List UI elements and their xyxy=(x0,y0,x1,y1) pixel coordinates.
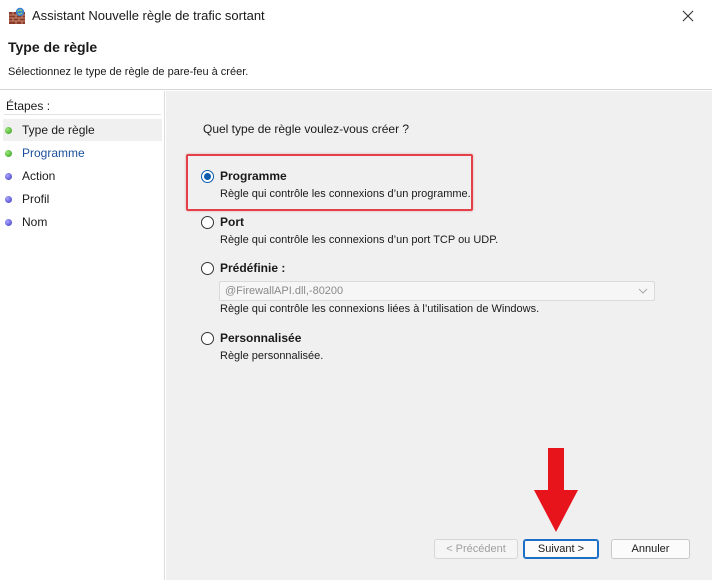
close-icon xyxy=(682,10,694,22)
step-done-dot-icon xyxy=(5,149,12,157)
question-text: Quel type de règle voulez-vous créer ? xyxy=(203,122,410,136)
step-label: Type de règle xyxy=(22,123,95,137)
step-label: Programme xyxy=(22,146,85,160)
steps-sidebar: Étapes : Type de règle Programme Action … xyxy=(0,91,165,580)
page-subtitle: Sélectionnez le type de règle de pare-fe… xyxy=(8,66,249,78)
step-programme[interactable]: Programme xyxy=(3,142,162,164)
step-label: Nom xyxy=(22,215,48,229)
step-label: Action xyxy=(22,169,56,183)
divider xyxy=(4,114,161,115)
wizard-header: Type de règle Sélectionnez le type de rè… xyxy=(0,32,712,90)
option-description: Règle personnalisée. xyxy=(220,350,324,362)
step-type-de-regle[interactable]: Type de règle xyxy=(3,119,162,141)
option-personnalisee[interactable]: Personnalisée Règle personnalisée. xyxy=(201,330,681,370)
radio-port[interactable] xyxy=(201,216,214,229)
window-title: Assistant Nouvelle règle de trafic sorta… xyxy=(32,8,265,23)
step-pending-dot-icon xyxy=(5,172,12,180)
firewall-wall-icon xyxy=(9,7,25,24)
option-predefinie-description-row: Règle qui contrôle les connexions liées … xyxy=(201,301,681,321)
step-label: Profil xyxy=(22,192,50,206)
step-nom[interactable]: Nom xyxy=(3,211,162,233)
title-bar: Assistant Nouvelle règle de trafic sorta… xyxy=(0,0,712,32)
step-pending-dot-icon xyxy=(5,195,12,203)
option-predefinie[interactable]: Prédéfinie : xyxy=(201,260,681,280)
chevron-down-icon xyxy=(638,288,648,294)
cancel-button[interactable]: Annuler xyxy=(611,539,690,559)
step-profil[interactable]: Profil xyxy=(3,188,162,210)
option-title: Prédéfinie : xyxy=(220,261,286,275)
arrow-down-icon xyxy=(534,448,578,532)
option-description: Règle qui contrôle les connexions d’un p… xyxy=(220,234,499,246)
option-port[interactable]: Port Règle qui contrôle les connexions d… xyxy=(201,214,681,254)
radio-predefinie[interactable] xyxy=(201,262,214,275)
step-done-dot-icon xyxy=(5,126,12,134)
step-pending-dot-icon xyxy=(5,218,12,226)
predefined-rule-select[interactable]: @FirewallAPI.dll,-80200 xyxy=(219,281,655,301)
option-description: Règle qui contrôle les connexions liées … xyxy=(220,303,540,315)
highlight-box xyxy=(186,154,473,211)
radio-personnalisee[interactable] xyxy=(201,332,214,345)
steps-heading: Étapes : xyxy=(6,99,51,113)
option-title: Personnalisée xyxy=(220,331,302,345)
previous-button[interactable]: < Précédent xyxy=(434,539,518,559)
step-action[interactable]: Action xyxy=(3,165,162,187)
page-title: Type de règle xyxy=(8,39,98,55)
select-value: @FirewallAPI.dll,-80200 xyxy=(225,285,344,297)
close-button[interactable] xyxy=(670,2,706,30)
option-title: Port xyxy=(220,215,244,229)
next-button[interactable]: Suivant > xyxy=(523,539,599,559)
